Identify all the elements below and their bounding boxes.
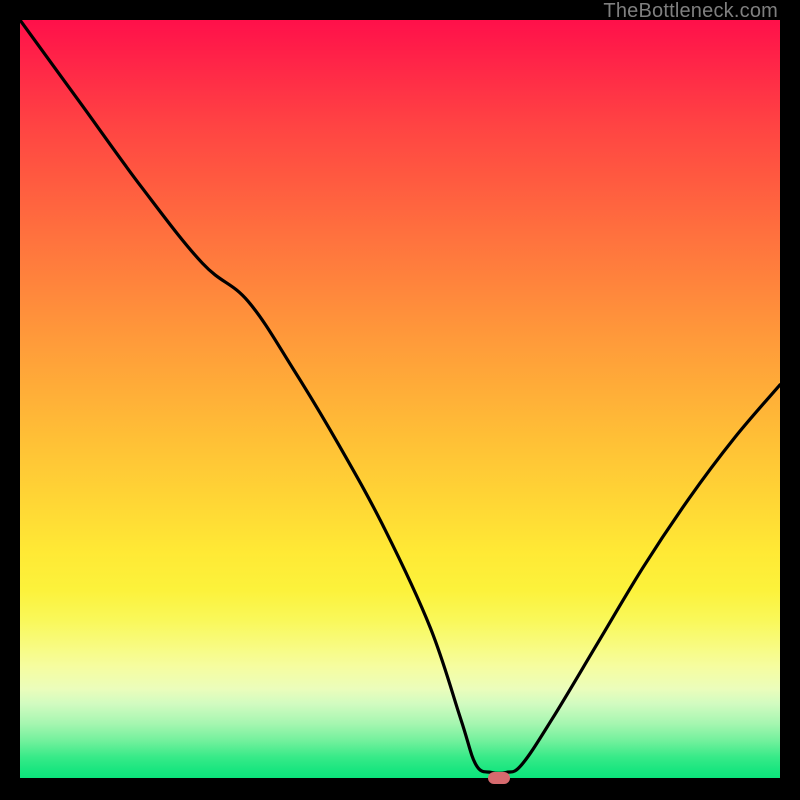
- optimum-marker: [488, 772, 510, 784]
- watermark-text: TheBottleneck.com: [603, 0, 778, 23]
- chart-frame: TheBottleneck.com: [0, 0, 800, 800]
- plot-area: [20, 20, 780, 780]
- bottleneck-curve: [20, 20, 780, 773]
- curve-svg: [20, 20, 780, 780]
